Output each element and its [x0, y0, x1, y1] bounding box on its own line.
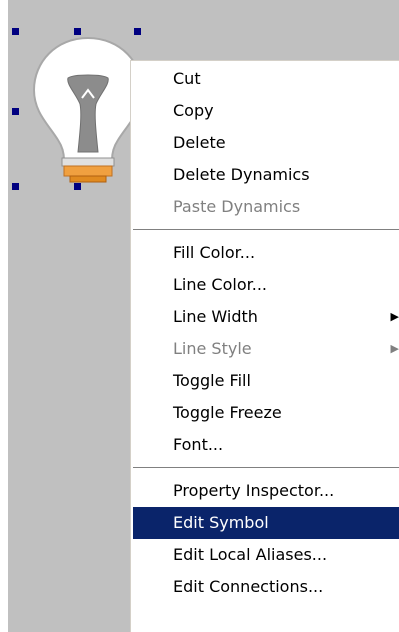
selection-handle-bottom-center[interactable] [74, 183, 81, 190]
menu-item-toggle-fill[interactable]: Toggle Fill [133, 365, 399, 397]
menu-item-label: Toggle Freeze [173, 403, 282, 422]
menu-item-line-style[interactable]: Line Style ▶ [133, 333, 399, 365]
menu-item-edit-connections[interactable]: Edit Connections... [133, 571, 399, 603]
menu-item-delete-dynamics[interactable]: Delete Dynamics [133, 159, 399, 191]
menu-item-label: Line Color... [173, 275, 267, 294]
menu-item-line-color[interactable]: Line Color... [133, 269, 399, 301]
menu-item-label: Font... [173, 435, 224, 454]
selection-handle-bottom-left[interactable] [12, 183, 19, 190]
selection-handle-middle-left[interactable] [12, 108, 19, 115]
submenu-arrow-icon: ▶ [390, 310, 399, 323]
menu-item-label: Line Width [173, 307, 258, 326]
menu-item-property-inspector[interactable]: Property Inspector... [133, 475, 399, 507]
selection-handle-top-center[interactable] [74, 28, 81, 35]
submenu-arrow-icon: ▶ [390, 342, 399, 355]
menu-separator [133, 461, 399, 475]
menu-item-label: Cut [173, 69, 201, 88]
menu-item-label: Paste Dynamics [173, 197, 301, 216]
menu-item-paste-dynamics[interactable]: Paste Dynamics [133, 191, 399, 223]
menu-separator [133, 223, 399, 237]
menu-item-label: Copy [173, 101, 214, 120]
menu-item-edit-local-aliases[interactable]: Edit Local Aliases... [133, 539, 399, 571]
menu-item-label: Edit Local Aliases... [173, 545, 328, 564]
menu-item-edit-symbol[interactable]: Edit Symbol [133, 507, 399, 539]
menu-item-label: Edit Connections... [173, 577, 324, 596]
menu-item-label: Edit Symbol [173, 513, 269, 532]
menu-item-label: Line Style [173, 339, 252, 358]
menu-item-label: Fill Color... [173, 243, 256, 262]
menu-item-label: Delete Dynamics [173, 165, 310, 184]
menu-item-label: Toggle Fill [173, 371, 251, 390]
selection-handle-top-left[interactable] [12, 28, 19, 35]
menu-item-label: Property Inspector... [173, 481, 335, 500]
selection-handle-top-right[interactable] [134, 28, 141, 35]
menu-item-copy[interactable]: Copy [133, 95, 399, 127]
menu-item-delete[interactable]: Delete [133, 127, 399, 159]
menu-item-cut[interactable]: Cut [133, 63, 399, 95]
menu-item-toggle-freeze[interactable]: Toggle Freeze [133, 397, 399, 429]
menu-item-label: Delete [173, 133, 226, 152]
context-menu-items: Cut Copy Delete Delete Dynamics Paste Dynami… [133, 63, 399, 603]
context-menu: Cut Copy Delete Delete Dynamics Paste Dynami… [130, 60, 399, 632]
menu-item-fill-color[interactable]: Fill Color... [133, 237, 399, 269]
menu-item-font[interactable]: Font... [133, 429, 399, 461]
menu-item-line-width[interactable]: Line Width ▶ [133, 301, 399, 333]
